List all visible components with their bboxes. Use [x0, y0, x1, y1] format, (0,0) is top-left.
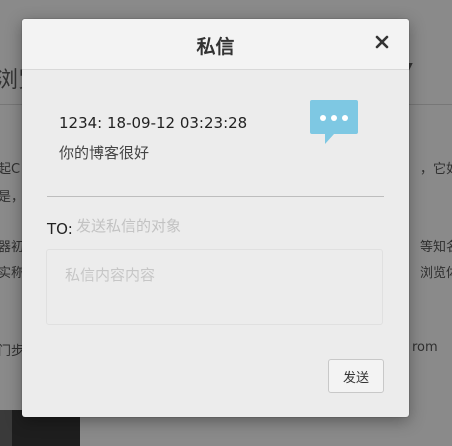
message-body: 你的博客很好: [59, 144, 150, 162]
private-message-dialog: 私信 1234: 18-09-12 03:23:28 你的博客很好 TO: 发送: [22, 19, 409, 417]
background-text: 浏览体: [420, 266, 452, 281]
background-dark-edge: [0, 410, 12, 446]
background-text: 器初: [0, 240, 25, 255]
message-content-textarea[interactable]: [46, 249, 383, 325]
background-text: 起C: [0, 162, 21, 177]
background-text: 实称: [0, 266, 25, 281]
to-label: TO:: [47, 220, 73, 238]
dialog-title: 私信: [196, 36, 235, 58]
background-text: 门步: [0, 344, 25, 359]
dialog-divider: [47, 196, 384, 197]
message-meta: 1234: 18-09-12 03:23:28: [59, 114, 248, 132]
background-text: ，它如: [420, 162, 452, 177]
background-text: rom: [412, 340, 438, 355]
close-icon[interactable]: [373, 33, 391, 51]
dialog-header: 私信: [22, 19, 409, 70]
background-text: 是，: [0, 190, 25, 205]
chat-bubble-icon: [310, 100, 358, 144]
send-button[interactable]: 发送: [328, 359, 384, 393]
recipient-input[interactable]: [76, 213, 376, 239]
background-text: 等知名: [420, 240, 452, 255]
